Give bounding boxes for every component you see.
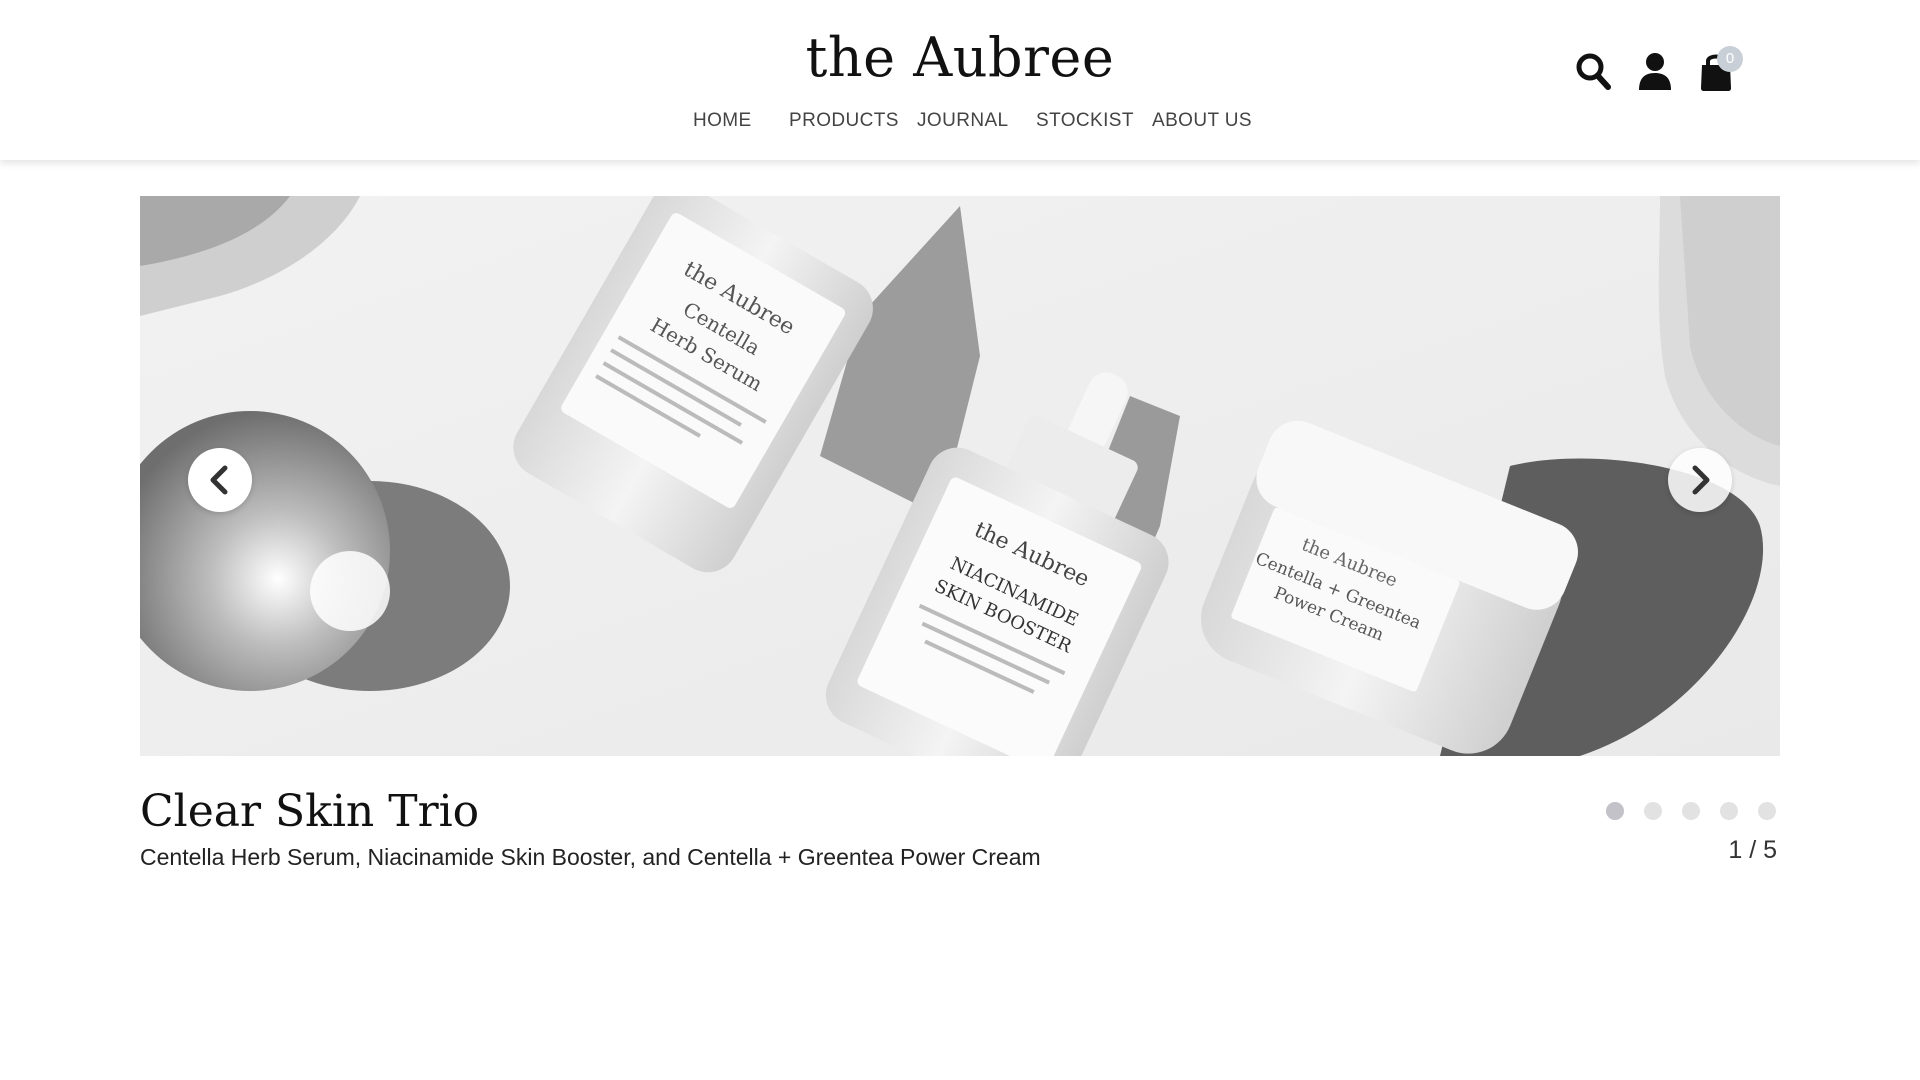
cart-count-badge: 0: [1717, 46, 1743, 72]
nav-item-journal[interactable]: JOURNAL: [917, 110, 1008, 132]
main-nav: HOME PRODUCTS JOURNAL STOCKIST ABOUT US: [0, 110, 1920, 134]
nav-item-about-us[interactable]: ABOUT US: [1152, 110, 1252, 132]
carousel-dot[interactable]: [1682, 802, 1700, 820]
site-header: the Aubree HOME PRODUCTS JOURNAL STOCKIS…: [0, 0, 1920, 160]
carousel-dot[interactable]: [1720, 802, 1738, 820]
carousel-dot[interactable]: [1644, 802, 1662, 820]
search-icon[interactable]: [1573, 50, 1613, 92]
nav-item-products[interactable]: PRODUCTS: [789, 110, 899, 132]
carousel-prev-button[interactable]: [188, 448, 252, 512]
chevron-right-icon: [1692, 465, 1710, 495]
slide-subtitle: Centella Herb Serum, Niacinamide Skin Bo…: [140, 844, 1041, 870]
carousel-dot[interactable]: [1606, 802, 1624, 820]
nav-item-stockist[interactable]: STOCKIST: [1036, 110, 1134, 132]
carousel-next-button[interactable]: [1668, 448, 1732, 512]
user-icon[interactable]: [1635, 50, 1675, 92]
hero-product-image: the Aubree Centella Herb Serum the Aubre…: [140, 196, 1780, 756]
nav-item-home[interactable]: HOME: [693, 110, 752, 132]
carousel-dot[interactable]: [1758, 802, 1776, 820]
slide-counter: 1 / 5: [1728, 836, 1777, 864]
brand-logo[interactable]: the Aubree: [0, 26, 1920, 89]
hero-carousel: the Aubree Centella Herb Serum the Aubre…: [140, 196, 1780, 756]
slide-title: Clear Skin Trio: [140, 786, 480, 837]
chevron-left-icon: [210, 465, 228, 495]
